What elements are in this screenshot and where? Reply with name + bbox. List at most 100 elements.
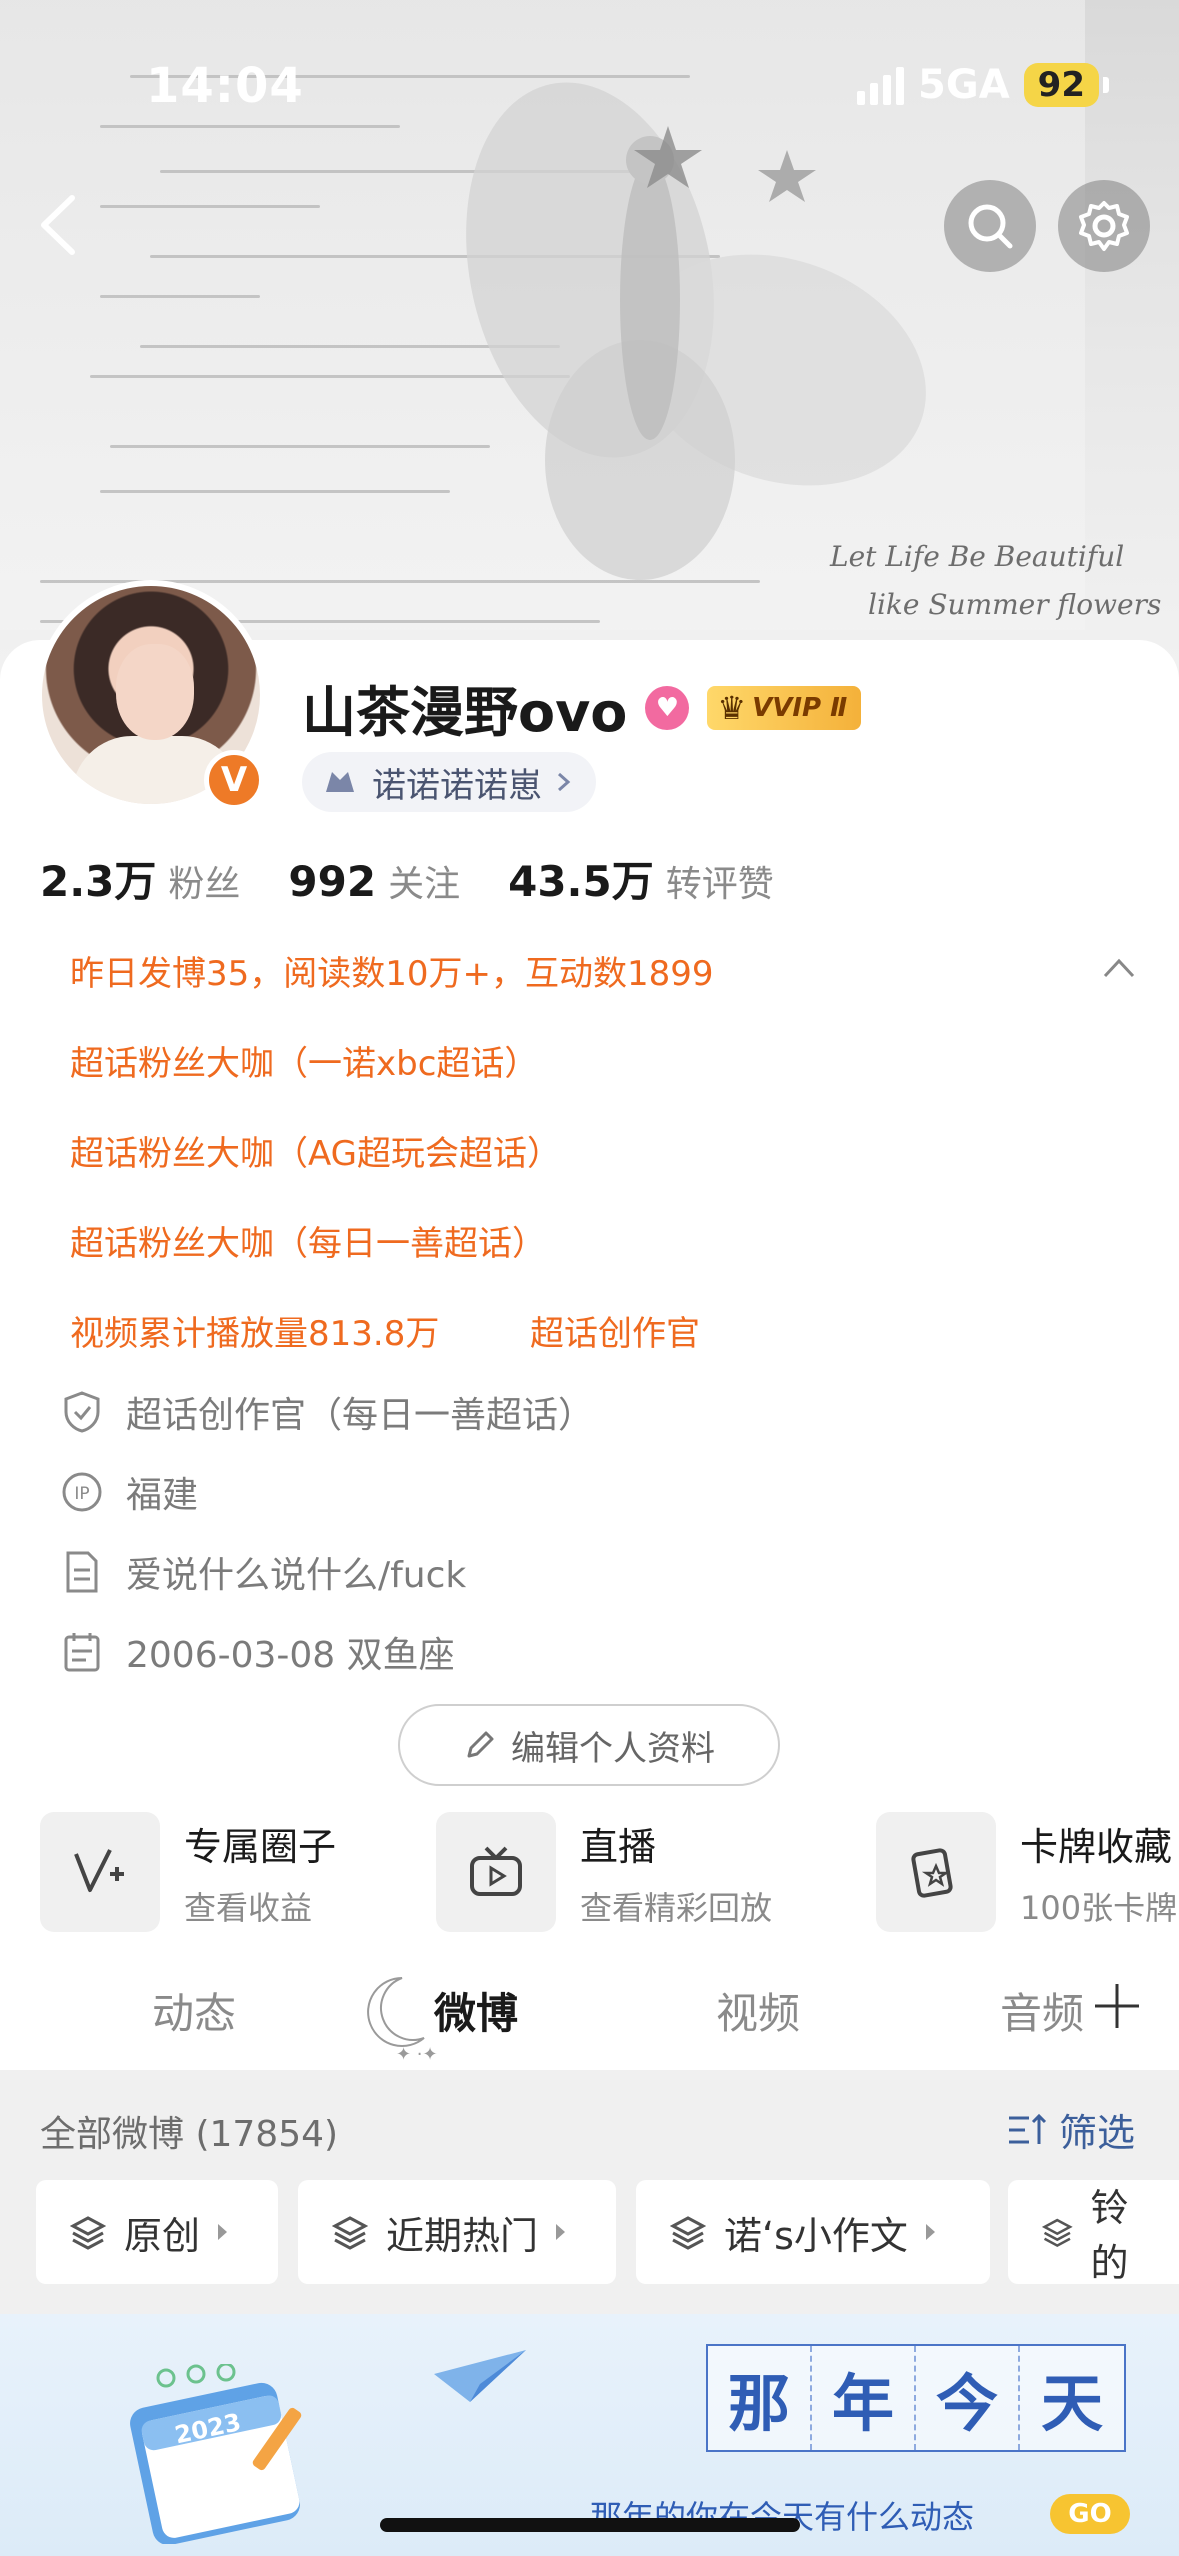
verified-badge-icon: V <box>204 750 264 810</box>
stat-number: 2.3万 <box>40 857 157 906</box>
chip-label: 原创 <box>124 2213 201 2258</box>
chevron-right-icon <box>558 772 571 792</box>
info-birthday-text: 2006-03-08 双鱼座 <box>126 1635 455 1676</box>
profile-stats: 2.3万 粉丝 992 关注 43.5万 转评赞 <box>40 848 774 909</box>
super-topic-fan-badge[interactable]: 超话粉丝大咖（AG超玩会超话） <box>70 1126 561 1175</box>
feature-card-collection[interactable]: 卡牌收藏 100张卡牌 <box>876 1812 1177 1932</box>
info-bio: 爱说什么说什么/fuck <box>60 1546 466 1598</box>
super-topic-creator-link[interactable]: 超话创作官 <box>530 1306 700 1355</box>
super-topic-fan-badge[interactable]: 超话粉丝大咖（一诺xbc超话） <box>70 1036 538 1085</box>
status-indicators: 5GA 92 <box>857 62 1109 108</box>
ip-icon: IP <box>60 1470 104 1514</box>
feature-title: 专属圈子 <box>184 1824 337 1869</box>
filter-icon <box>1008 2113 1047 2144</box>
chip-original[interactable]: 原创 <box>36 2180 278 2284</box>
video-play-count: 视频累计播放量813.8万 <box>70 1314 440 1354</box>
stat-label: 粉丝 <box>168 864 241 905</box>
svg-text:✦ ·✦: ✦ ·✦ <box>396 2044 438 2064</box>
info-creator: 超话创作官（每日一善超话） <box>60 1386 594 1438</box>
yesterday-stats: 昨日发博35，阅读数10万+，互动数1899 <box>70 954 714 994</box>
lollipop-badge-icon[interactable]: ♥ <box>645 685 690 730</box>
filter-button[interactable]: 筛选 <box>1005 2102 1135 2157</box>
settings-button[interactable] <box>1058 180 1150 272</box>
svg-text:IP: IP <box>74 1484 89 1504</box>
cover-handwriting: like Summer flowers <box>868 588 1162 621</box>
info-location: IP 福建 <box>60 1466 198 1518</box>
fan-group-name: 诺诺诺诺崽 <box>372 765 542 806</box>
fan-group-button[interactable]: 诺诺诺诺崽 <box>302 752 596 812</box>
info-bio-text: 爱说什么说什么/fuck <box>126 1555 467 1596</box>
banner-title-char: 年 <box>812 2346 916 2450</box>
calendar-illustration-icon: 2023 <box>130 2364 302 2544</box>
tab-dynamics[interactable]: 动态 <box>152 1980 236 2041</box>
tab-weibo[interactable]: 微博 <box>434 1980 518 2041</box>
circle-icon <box>40 1812 160 1932</box>
filter-label: 筛选 <box>1058 2111 1135 2155</box>
search-icon <box>968 204 1013 249</box>
tab-video[interactable]: 视频 <box>716 1980 800 2041</box>
feature-exclusive-circle[interactable]: 专属圈子 查看收益 <box>40 1812 336 1932</box>
cover-handwriting: Let Life Be Beautiful <box>830 540 1125 573</box>
back-arrow-icon[interactable] <box>30 190 90 260</box>
chip-recent-hot[interactable]: 近期热门 <box>298 2180 616 2284</box>
battery-level: 92 <box>1023 63 1099 107</box>
feature-subtitle: 100张卡牌 <box>1020 1888 1178 1927</box>
moon-icon: ✦ ·✦ <box>367 1977 438 2064</box>
banner-title-char: 那 <box>708 2346 812 2450</box>
layers-icon <box>70 2216 106 2250</box>
chip-arrow-icon <box>925 2224 935 2240</box>
stat-label: 转评赞 <box>665 864 774 905</box>
feature-subtitle: 查看收益 <box>184 1888 313 1927</box>
plus-icon[interactable] <box>1091 1980 1143 2032</box>
signal-icon <box>857 65 905 105</box>
layers-icon <box>1042 2218 1073 2248</box>
chip-arrow-icon <box>556 2224 566 2240</box>
edit-profile-button[interactable]: 编辑个人资料 <box>398 1704 780 1786</box>
info-creator-text: 超话创作官（每日一善超话） <box>126 1395 595 1436</box>
tv-icon <box>436 1812 556 1932</box>
layers-icon <box>670 2216 706 2250</box>
stat-interactions[interactable]: 43.5万 转评赞 <box>508 848 774 909</box>
banner-title-char: 天 <box>1040 2367 1103 2440</box>
banner-title-char: 今 <box>916 2346 1020 2450</box>
stat-number: 992 <box>288 857 377 906</box>
feature-title: 卡牌收藏 <box>1020 1824 1173 1869</box>
status-time: 14:04 <box>146 58 304 114</box>
username: 山茶漫野ovo <box>302 681 628 744</box>
chevron-up-icon[interactable] <box>1099 952 1139 982</box>
vvip-badge[interactable]: ♛ VVIP Ⅱ <box>707 685 862 730</box>
stat-followers[interactable]: 2.3万 粉丝 <box>40 848 240 909</box>
fan-group-icon <box>326 772 354 792</box>
name-row: 山茶漫野ovo ♥ ♛ VVIP Ⅱ <box>302 668 862 747</box>
profile-tabs: 动态 ✦ ·✦ 微博 视频 音频 <box>0 1950 1179 2070</box>
feature-title: 直播 <box>580 1824 657 1869</box>
feature-live[interactable]: 直播 查看精彩回放 <box>436 1812 772 1932</box>
info-birthday: 2006-03-08 双鱼座 <box>60 1626 455 1678</box>
feature-subtitle: 查看精彩回放 <box>580 1888 773 1927</box>
home-indicator[interactable] <box>380 2518 800 2532</box>
chip-more[interactable]: 铃的 <box>1008 2180 1179 2285</box>
stat-number: 43.5万 <box>508 857 654 906</box>
butterfly-decoration <box>466 82 926 580</box>
document-icon <box>60 1550 104 1594</box>
chip-essays[interactable]: 诺‘s小作文 <box>636 2180 990 2284</box>
network-type: 5GA <box>918 62 1010 108</box>
chip-label: 铃的 <box>1090 2186 1129 2285</box>
stat-following[interactable]: 992 关注 <box>288 855 460 907</box>
tab-audio[interactable]: 音频 <box>1000 1980 1084 2041</box>
paper-plane-icon <box>434 2350 526 2402</box>
avatar[interactable]: V <box>36 580 276 820</box>
edit-profile-label: 编辑个人资料 <box>511 1728 715 1769</box>
layers-icon <box>332 2216 368 2250</box>
chip-label: 近期热门 <box>386 2213 539 2258</box>
chip-arrow-icon <box>218 2224 228 2240</box>
search-button[interactable] <box>944 180 1036 272</box>
vvip-label: VVIP Ⅱ <box>752 692 848 723</box>
all-weibo-count: 全部微博 (17854) <box>40 2114 339 2155</box>
calendar-icon <box>60 1630 104 1674</box>
battery-icon <box>1103 77 1109 93</box>
super-topic-fan-badge[interactable]: 超话粉丝大咖（每日一善超话） <box>70 1216 546 1265</box>
info-location-text: 福建 <box>126 1475 199 1516</box>
card-icon <box>876 1812 996 1932</box>
banner-go-button[interactable]: GO <box>1050 2494 1130 2534</box>
